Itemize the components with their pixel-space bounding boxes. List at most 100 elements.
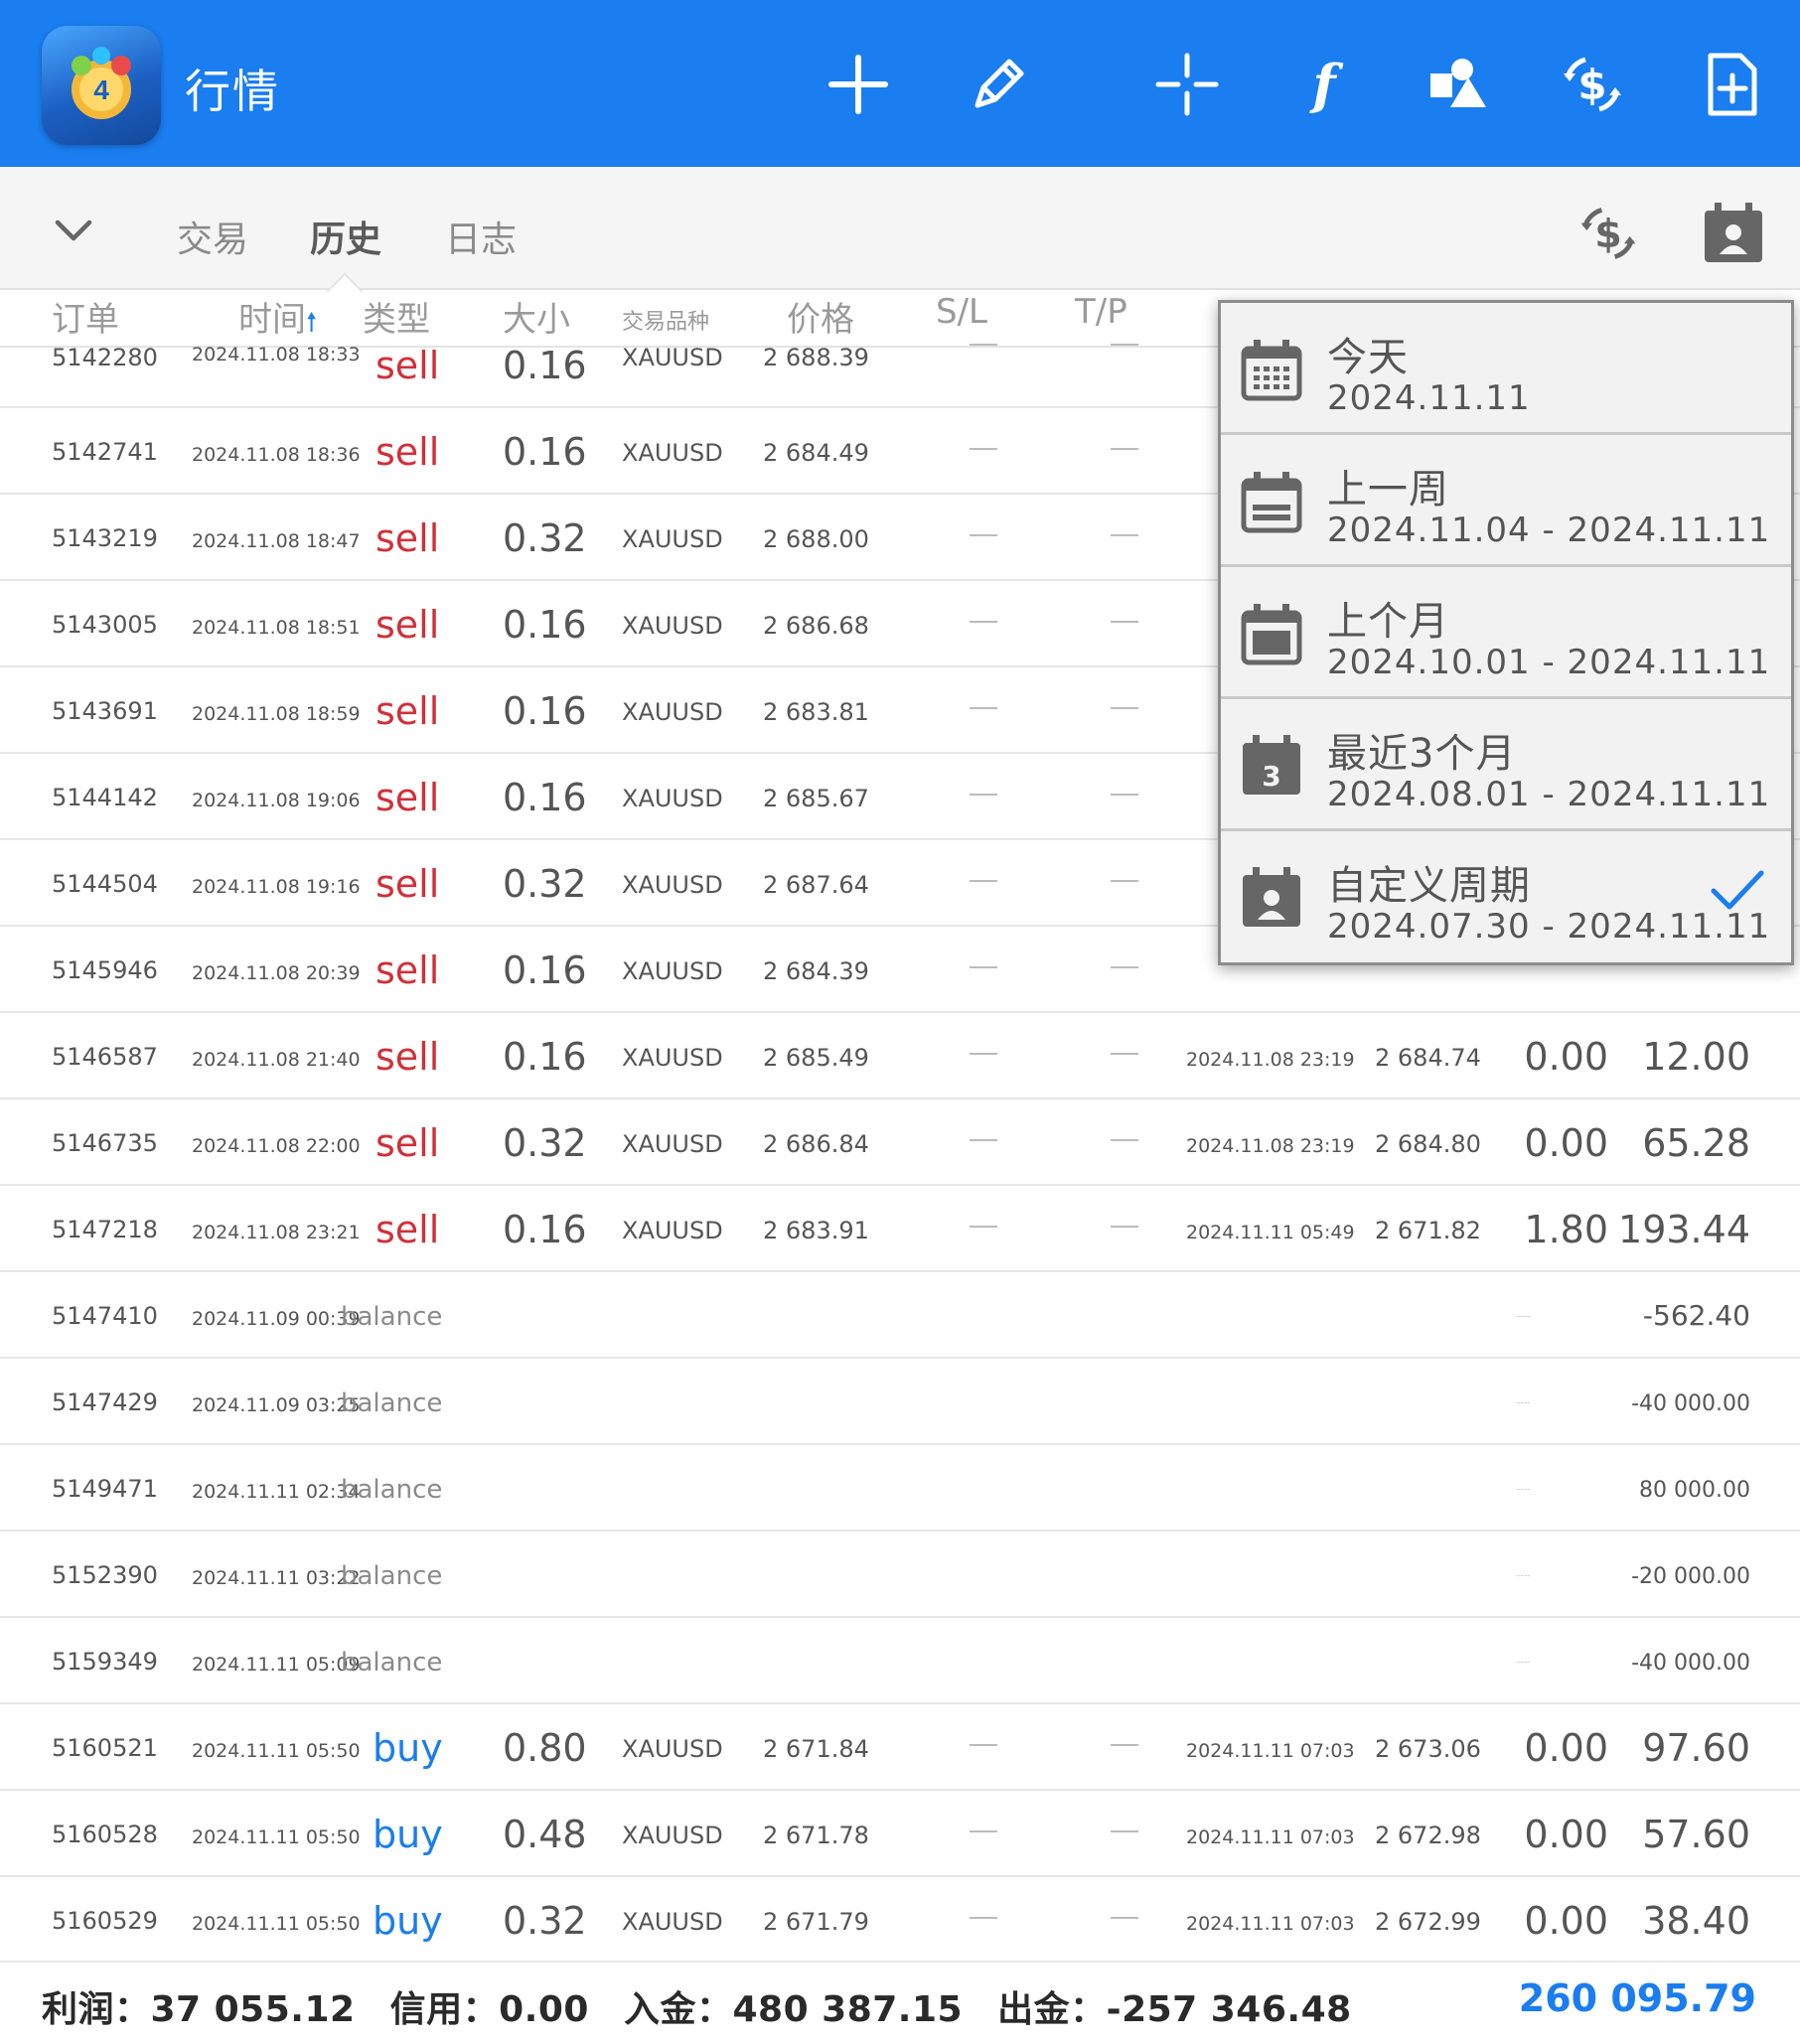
order-type: sell — [375, 430, 440, 474]
header-size[interactable]: 大小 — [503, 292, 570, 341]
period-option[interactable]: 自定义周期 2024.07.30 - 2024.11.11 — [1221, 831, 1791, 964]
symbol: XAUUSD — [622, 439, 723, 467]
credit-summary: 信用：0.00 — [389, 1989, 589, 2030]
order-id: 5160529 — [52, 1907, 158, 1935]
open-time: 2024.11.08 19:06 — [192, 790, 361, 811]
order-id: 5160528 — [52, 1821, 158, 1848]
header-symbol[interactable]: 交易品种 — [622, 304, 709, 336]
header-sl[interactable]: S/L — [936, 292, 987, 332]
table-row[interactable]: 5146735 2024.11.08 22:00 sell 0.32 XAUUSD 2 6… — [0, 1099, 1800, 1186]
comment: ·········· — [1516, 1660, 1531, 1667]
sub-toolbar: 交易 历史 日志 $ — [0, 167, 1800, 290]
table-row[interactable]: 5160528 2024.11.11 05:50 buy 0.48 XAUUSD 2 67… — [0, 1791, 1800, 1877]
order-type: sell — [375, 1208, 440, 1251]
period-option[interactable]: 上个月 2024.10.01 - 2024.11.11 — [1221, 567, 1791, 699]
volume: 0.16 — [503, 949, 587, 992]
symbol: XAUUSD — [622, 1822, 723, 1849]
period-option[interactable]: 上一周 2024.11.04 - 2024.11.11 — [1221, 435, 1791, 567]
deposit-summary: 入金：480 387.15 — [623, 1989, 964, 2030]
dollar-sync-icon[interactable]: $ — [1575, 201, 1641, 266]
top-app-bar: 4 行情 f $ — [0, 0, 1800, 167]
tp-empty-dash — [1111, 1830, 1138, 1832]
dollar-sync-icon[interactable]: $ — [1558, 50, 1627, 119]
header-tp[interactable]: T/P — [1075, 292, 1127, 332]
table-row[interactable]: 5159349 2024.11.11 05:09 balance ··········… — [0, 1618, 1800, 1704]
table-row[interactable]: 5147429 2024.11.09 03:25 balance ··········… — [0, 1359, 1800, 1445]
app-logo[interactable]: 4 — [42, 26, 161, 145]
period-label: 上一周 — [1327, 467, 1449, 512]
tp-empty-dash — [1111, 794, 1138, 796]
order-type: buy — [373, 1813, 443, 1856]
profit: 65.28 — [1642, 1121, 1750, 1165]
profit: 80 000.00 — [1639, 1478, 1750, 1503]
header-type[interactable]: 类型 — [363, 292, 430, 341]
comment: ·········· — [1516, 1573, 1531, 1580]
order-type: balance — [341, 1388, 443, 1418]
open-price: 2 685.49 — [763, 1044, 869, 1072]
sl-empty-dash — [970, 621, 997, 623]
order-id: 5143219 — [52, 524, 158, 552]
summary-bar: 利润：37 055.12 信用：0.00 入金：480 387.15 出金：-2… — [0, 1961, 1800, 2044]
order-type: sell — [375, 344, 440, 387]
open-price: 2 687.64 — [763, 871, 869, 899]
close-time: 2024.11.11 07:03 — [1186, 1826, 1355, 1848]
open-price: 2 671.78 — [763, 1822, 869, 1849]
open-time: 2024.11.08 18:59 — [192, 703, 361, 725]
table-row[interactable]: 5160521 2024.11.11 05:50 buy 0.80 XAUUSD 2 67… — [0, 1704, 1800, 1791]
symbol: XAUUSD — [622, 1217, 723, 1244]
tp-empty-dash — [1111, 1053, 1138, 1055]
order-type: sell — [375, 1121, 440, 1165]
tab-history[interactable]: 历史 — [310, 211, 381, 262]
chevron-down-icon[interactable] — [50, 207, 97, 254]
table-row[interactable]: 5149471 2024.11.11 02:34 balance ··········… — [0, 1445, 1800, 1532]
order-type: balance — [341, 1648, 443, 1678]
table-row[interactable]: 5147218 2024.11.08 23:21 sell 0.16 XAUUSD 2 6… — [0, 1186, 1800, 1272]
order-id: 5143005 — [52, 611, 158, 639]
swap: 0.00 — [1524, 1726, 1608, 1770]
period-option[interactable]: 今天 2024.11.11 — [1221, 303, 1791, 435]
order-type: sell — [375, 516, 440, 560]
open-time: 2024.11.08 18:47 — [192, 530, 361, 552]
symbol: XAUUSD — [622, 1044, 723, 1072]
header-order[interactable]: 订单 — [52, 292, 119, 341]
tab-journal[interactable]: 日志 — [445, 211, 517, 262]
table-row[interactable]: 5146587 2024.11.08 21:40 sell 0.16 XAUUSD 2 6… — [0, 1013, 1800, 1099]
tp-empty-dash — [1111, 880, 1138, 882]
period-range: 2024.11.04 - 2024.11.11 — [1327, 511, 1771, 550]
order-id: 5146735 — [52, 1129, 158, 1157]
objects-icon[interactable] — [1423, 50, 1492, 119]
symbol: XAUUSD — [622, 612, 723, 640]
sl-empty-dash — [970, 707, 997, 709]
table-row[interactable]: 5160529 2024.11.11 05:50 buy 0.32 XAUUSD 2 67… — [0, 1877, 1800, 1964]
period-option[interactable]: 3 最近3个月 2024.08.01 - 2024.11.11 — [1221, 699, 1791, 831]
new-document-icon[interactable] — [1697, 50, 1766, 119]
order-id: 5142741 — [52, 438, 158, 466]
open-time: 2024.11.11 05:50 — [192, 1740, 361, 1762]
withdrawal-summary: 出金：-257 346.48 — [997, 1989, 1352, 2030]
swap: 0.00 — [1524, 1813, 1608, 1856]
profit: 193.44 — [1618, 1208, 1750, 1251]
table-row[interactable]: 5152390 2024.11.11 03:22 balance ··········… — [0, 1532, 1800, 1618]
order-id: 5149471 — [52, 1475, 158, 1503]
volume: 0.16 — [503, 1208, 587, 1251]
crosshair-icon[interactable] — [1152, 50, 1222, 119]
tab-trade[interactable]: 交易 — [177, 211, 248, 262]
function-icon[interactable]: f — [1289, 50, 1359, 119]
order-type: sell — [375, 862, 440, 906]
calendar-custom-icon[interactable] — [1701, 201, 1766, 266]
tp-empty-dash — [1111, 534, 1138, 536]
header-time[interactable]: 时间🠕 — [238, 292, 317, 348]
pencil-icon[interactable] — [964, 50, 1033, 119]
plus-icon[interactable] — [824, 50, 893, 119]
symbol: XAUUSD — [622, 1908, 723, 1936]
table-row[interactable]: 5147410 2024.11.09 00:39 balance ··········… — [0, 1272, 1800, 1359]
sl-empty-dash — [970, 448, 997, 450]
tp-empty-dash — [1111, 966, 1138, 968]
close-time: 2024.11.11 07:03 — [1186, 1913, 1355, 1935]
profit: 57.60 — [1642, 1813, 1750, 1856]
open-time: 2024.11.08 18:36 — [192, 444, 361, 466]
header-price[interactable]: 价格 — [787, 292, 854, 341]
sl-empty-dash — [970, 1830, 997, 1832]
order-type: balance — [341, 1561, 443, 1591]
order-type: sell — [375, 603, 440, 647]
